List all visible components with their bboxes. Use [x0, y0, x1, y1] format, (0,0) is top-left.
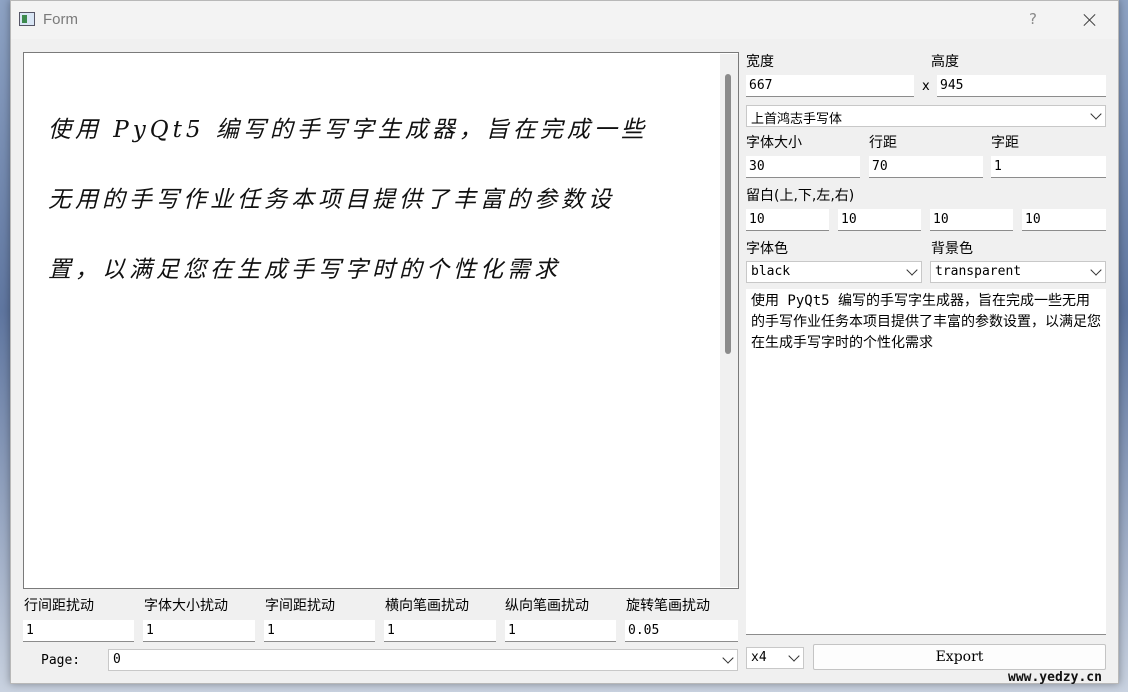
preview-text: 使用 PyQt5 编写的手写字生成器，旨在完成一些 无用的手写作业任务本项目提供… [48, 117, 648, 283]
height-input[interactable] [937, 75, 1106, 97]
margins-label: 留白(上,下,左,右) [746, 188, 855, 204]
rotate-stroke-disturb-input[interactable] [625, 620, 738, 642]
chevron-down-icon [906, 264, 918, 276]
close-icon[interactable] [1079, 9, 1101, 31]
page-label: Page: [41, 653, 81, 668]
font-size-disturb-label: 字体大小扰动 [144, 598, 228, 614]
height-label: 高度 [931, 54, 959, 70]
width-input[interactable] [746, 75, 914, 97]
chevron-down-icon [1090, 264, 1102, 276]
form-window: Form ? 使用 PyQt5 编写的手写字生成器，旨在完成一些 无用的手写作业… [10, 0, 1119, 684]
window-title: Form [43, 11, 78, 28]
char-spacing-label: 字距 [991, 135, 1019, 151]
width-label: 宽度 [746, 54, 774, 70]
horizontal-stroke-disturb-label: 横向笔画扰动 [385, 598, 469, 614]
font-color-value: black [751, 264, 791, 279]
scale-select-value: x4 [751, 650, 767, 665]
font-select-value: 上首鸿志手写体 [751, 112, 843, 127]
size-x-label: x [922, 79, 930, 94]
chevron-down-icon [788, 650, 800, 662]
export-button[interactable]: Export [813, 644, 1106, 670]
watermark-text: www.yedzy.cn [1008, 670, 1102, 685]
font-color-label: 字体色 [746, 241, 788, 257]
char-spacing-disturb-input[interactable] [264, 620, 375, 642]
page-select-value: 0 [113, 652, 121, 667]
title-bar: Form ? [11, 1, 1118, 39]
char-spacing-disturb-label: 字间距扰动 [265, 598, 335, 614]
rotate-stroke-disturb-label: 旋转笔画扰动 [626, 598, 710, 614]
bg-color-select[interactable]: transparent [930, 261, 1106, 283]
page-select[interactable]: 0 [108, 649, 738, 671]
char-spacing-input[interactable] [991, 156, 1106, 178]
font-size-label: 字体大小 [746, 135, 802, 151]
preview-scrollbar[interactable] [720, 54, 738, 587]
font-size-input[interactable] [746, 156, 860, 178]
source-text-input[interactable]: 使用 PyQt5 编写的手写字生成器，旨在完成一些无用的手写作业任务本项目提供了… [746, 289, 1106, 635]
scrollbar-thumb[interactable] [725, 74, 731, 354]
font-select[interactable]: 上首鸿志手写体 [746, 105, 1106, 127]
vertical-stroke-disturb-input[interactable] [505, 620, 616, 642]
line-spacing-disturb-input[interactable] [23, 620, 134, 642]
handwriting-preview: 使用 PyQt5 编写的手写字生成器，旨在完成一些 无用的手写作业任务本项目提供… [23, 52, 739, 589]
app-icon [19, 12, 35, 26]
scale-select[interactable]: x4 [746, 647, 804, 669]
bg-color-value: transparent [935, 264, 1022, 279]
margin-left-input[interactable] [930, 209, 1013, 231]
font-size-disturb-input[interactable] [143, 620, 255, 642]
bg-color-label: 背景色 [931, 241, 973, 257]
margin-top-input[interactable] [746, 209, 829, 231]
line-spacing-label: 行距 [869, 135, 897, 151]
help-button[interactable]: ? [1025, 10, 1041, 30]
margin-bottom-input[interactable] [838, 209, 921, 231]
margin-right-input[interactable] [1022, 209, 1106, 231]
horizontal-stroke-disturb-input[interactable] [384, 620, 496, 642]
line-spacing-disturb-label: 行间距扰动 [24, 598, 94, 614]
font-color-select[interactable]: black [746, 261, 922, 283]
line-spacing-input[interactable] [869, 156, 983, 178]
chevron-down-icon [722, 652, 734, 664]
vertical-stroke-disturb-label: 纵向笔画扰动 [505, 598, 589, 614]
chevron-down-icon [1090, 108, 1102, 120]
